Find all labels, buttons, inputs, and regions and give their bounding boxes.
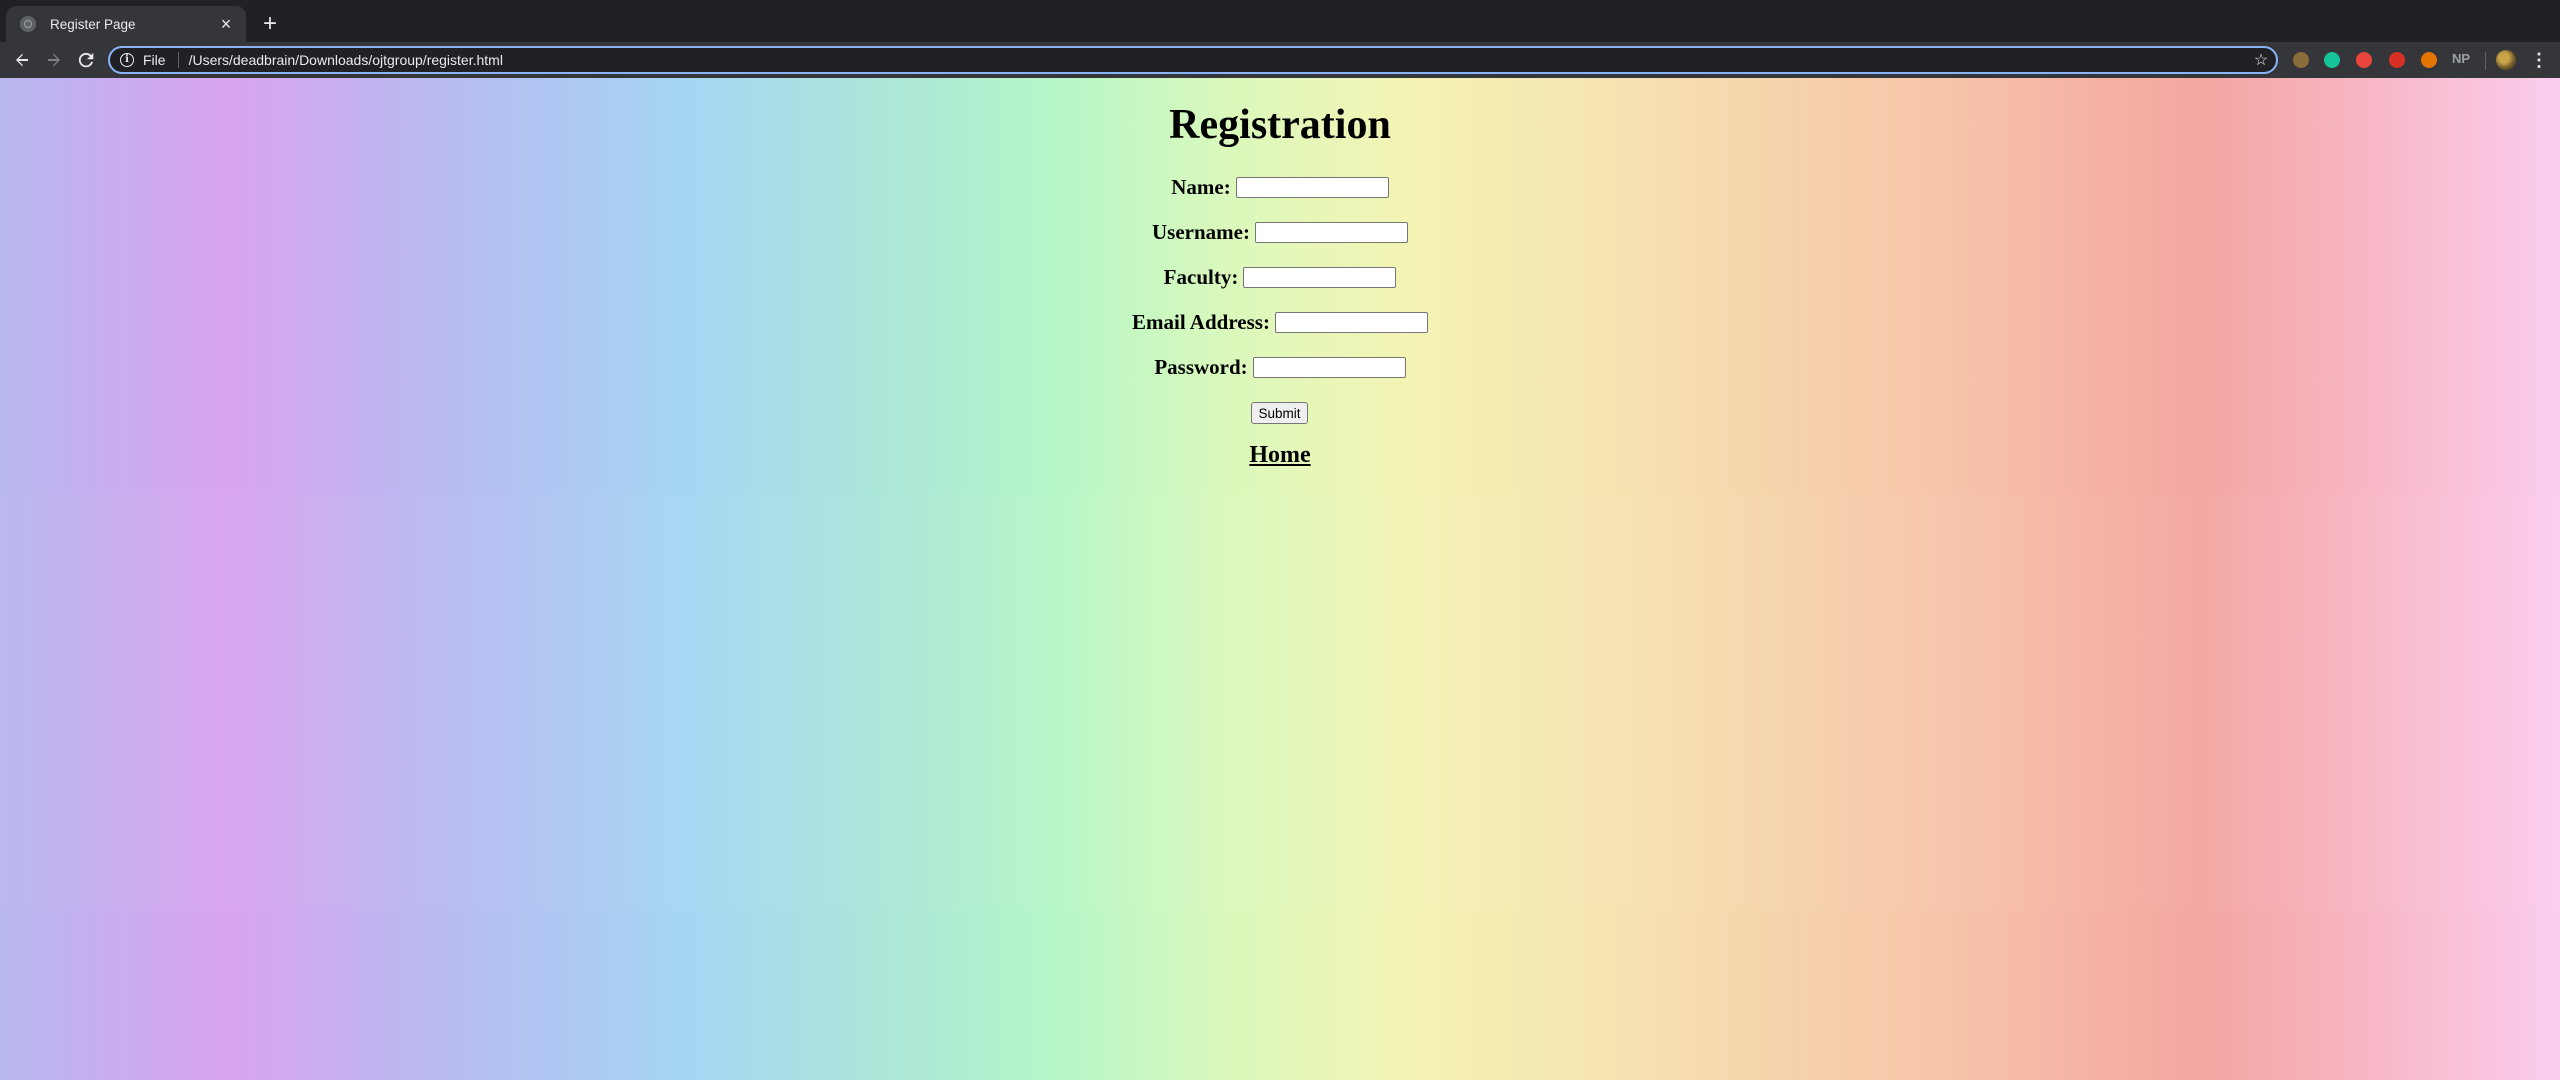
faculty-label: Faculty:	[1163, 264, 1239, 289]
username-label: Username:	[1152, 219, 1250, 244]
np-extension-icon[interactable]: NP	[2452, 51, 2470, 66]
browser-toolbar: i File /Users/deadbrain/Downloads/ojtgro…	[0, 42, 2560, 78]
username-field-row: Username:	[0, 217, 2560, 247]
info-icon[interactable]: i	[120, 53, 134, 67]
grammarly-icon[interactable]	[2324, 52, 2340, 68]
password-field-row: Password:	[0, 352, 2560, 382]
page-title: Registration	[1169, 102, 1391, 148]
bookmark-star-icon[interactable]: ☆	[2246, 50, 2276, 70]
reload-icon	[78, 52, 94, 68]
email-field-row: Email Address:	[0, 307, 2560, 337]
globe-icon	[20, 16, 36, 32]
arrow-right-icon	[48, 54, 60, 66]
name-label: Name:	[1171, 174, 1231, 199]
extension-4-icon[interactable]	[2389, 52, 2405, 68]
name-input[interactable]	[1235, 176, 1389, 198]
url-scheme: File	[143, 52, 166, 68]
username-input[interactable]	[1254, 221, 1408, 243]
browser-menu-button[interactable]: ⋮	[2530, 48, 2548, 72]
profile-avatar[interactable]	[2496, 50, 2516, 70]
url-divider	[177, 52, 179, 68]
extension-1-icon[interactable]	[2293, 52, 2309, 68]
faculty-input[interactable]	[1243, 266, 1397, 288]
submit-button[interactable]: Submit	[1251, 402, 1308, 424]
extension-5-icon[interactable]	[2421, 52, 2437, 68]
tab-title: Register Page	[50, 16, 136, 32]
tab-close-button[interactable]: ×	[216, 15, 236, 33]
background-band	[0, 494, 2560, 910]
reload-button[interactable]	[72, 46, 100, 74]
tab-register-page[interactable]: Register Page ×	[6, 6, 246, 42]
email-input[interactable]	[1274, 311, 1428, 333]
home-link[interactable]: Home	[0, 442, 2560, 469]
email-label: Email Address:	[1132, 309, 1270, 334]
password-label: Password:	[1154, 354, 1248, 379]
password-input[interactable]	[1252, 356, 1406, 378]
name-field-row: Name:	[0, 172, 2560, 202]
faculty-field-row: Faculty:	[0, 262, 2560, 292]
arrow-left-icon	[16, 54, 28, 66]
url-text[interactable]: /Users/deadbrain/Downloads/ojtgroup/regi…	[189, 52, 2246, 68]
extension-3-icon[interactable]	[2356, 52, 2372, 68]
tab-strip: Register Page × +	[0, 0, 2560, 48]
page-viewport: Registration Name: Username: Faculty: Em…	[0, 78, 2560, 1080]
toolbar-divider	[2485, 52, 2486, 70]
forward-button[interactable]	[40, 46, 68, 74]
new-tab-button[interactable]: +	[258, 10, 282, 38]
back-button[interactable]	[8, 46, 36, 74]
address-bar[interactable]: i File /Users/deadbrain/Downloads/ojtgro…	[108, 46, 2278, 74]
